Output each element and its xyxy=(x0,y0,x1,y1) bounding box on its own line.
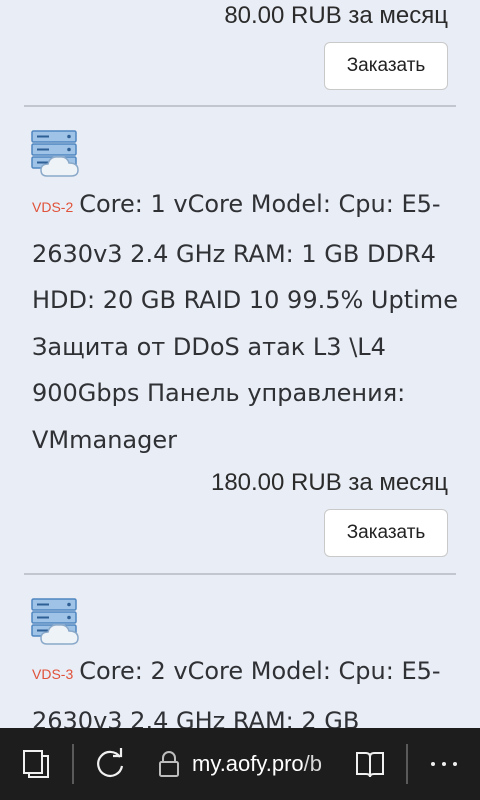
address-bar[interactable]: my.aofy.pro/b xyxy=(192,728,338,800)
product-specs: Core: 1 vCore Model: Cpu: E5-2630v3 2.4 … xyxy=(32,190,458,454)
url-host: my.aofy.pro xyxy=(192,751,304,776)
divider xyxy=(24,105,456,107)
product-description: VDS-3 Core: 2 vCore Model: Cpu: E5-2630v3… xyxy=(32,648,462,728)
url-path: /b xyxy=(303,751,323,776)
price-label: 180.00 RUB за месяц xyxy=(210,469,448,496)
cloud-server-icon xyxy=(31,130,81,178)
divider xyxy=(24,573,456,575)
product-tag: VDS-2 xyxy=(32,199,74,215)
refresh-icon[interactable] xyxy=(88,728,132,800)
toolbar-separator xyxy=(406,744,408,784)
more-options-icon[interactable] xyxy=(424,728,464,800)
toolbar-separator xyxy=(72,744,74,784)
reading-view-icon[interactable] xyxy=(350,728,390,800)
order-button[interactable]: Заказать xyxy=(324,42,448,90)
cloud-server-icon xyxy=(31,598,81,646)
tabs-icon[interactable] xyxy=(14,728,58,800)
product-listing: 80.00 RUB за месяц Заказать VDS-2 Core: 1… xyxy=(0,0,480,728)
browser-toolbar: my.aofy.pro/b xyxy=(0,728,480,800)
product-specs: Core: 2 vCore Model: Cpu: E5-2630v3 2.4 … xyxy=(32,657,441,728)
product-tag: VDS-3 xyxy=(32,666,74,682)
order-button[interactable]: Заказать xyxy=(324,509,448,557)
product-description: VDS-2 Core: 1 vCore Model: Cpu: E5-2630v3… xyxy=(32,181,462,463)
lock-icon xyxy=(156,728,182,800)
price-label: 80.00 RUB за месяц xyxy=(224,2,448,29)
